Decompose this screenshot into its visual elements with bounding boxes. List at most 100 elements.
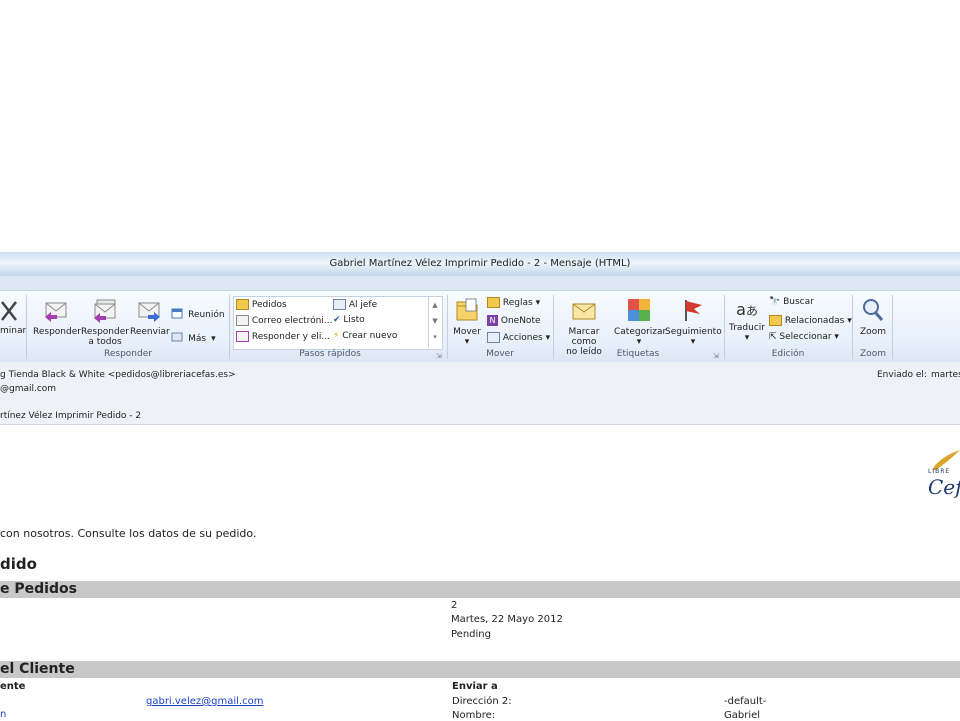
- select-button[interactable]: ⇱ Seleccionar ▾: [769, 332, 839, 342]
- name-value: Gabriel: [724, 710, 761, 721]
- order-heading: dido: [0, 555, 37, 573]
- scroll-up-icon[interactable]: ▲: [429, 297, 441, 313]
- onenote-label: OneNote: [500, 316, 541, 326]
- more-button[interactable]: Más ▾: [171, 326, 227, 344]
- scroll-down-icon[interactable]: ▼: [429, 313, 441, 329]
- quick-step-label: Pedidos: [251, 300, 287, 310]
- reply-all-button[interactable]: Responder a todos: [81, 297, 129, 347]
- forward-icon: [138, 302, 160, 322]
- quick-step-email[interactable]: Correo electróni...: [236, 315, 332, 326]
- quick-step-label: Correo electróni...: [251, 316, 333, 326]
- gallery-scroll[interactable]: ▲ ▼ ▾: [428, 297, 441, 347]
- separator: [724, 295, 725, 359]
- meeting-button[interactable]: Reunión: [171, 302, 227, 320]
- quick-step-pedidos[interactable]: Pedidos: [236, 299, 287, 310]
- move-folder-icon: [456, 298, 478, 321]
- delete-icon: [1, 301, 17, 321]
- mark-unread-label-1: Marcar como: [568, 327, 600, 347]
- actions-icon: [487, 332, 500, 343]
- order-status: Pending: [451, 629, 491, 640]
- group-label-responder: Responder: [104, 349, 152, 359]
- dialog-launcher-icon[interactable]: ⇲: [713, 352, 719, 360]
- chevron-down-icon: ▾: [545, 333, 551, 343]
- actions-label: Acciones: [502, 333, 543, 343]
- chevron-down-icon: ▾: [464, 337, 470, 347]
- rules-button[interactable]: Reglas ▾: [487, 297, 540, 308]
- dialog-launcher-icon[interactable]: ⇲: [436, 352, 442, 360]
- onenote-button[interactable]: N OneNote: [487, 315, 541, 326]
- zoom-button[interactable]: Zoom: [856, 297, 890, 347]
- categorize-icon: [628, 299, 650, 321]
- translate-icon: aあ: [736, 300, 758, 319]
- to-field[interactable]: @gmail.com: [0, 384, 56, 394]
- window-title: Gabriel Martínez Vélez Imprimir Pedido -…: [329, 258, 631, 269]
- group-label-zoom: Zoom: [860, 349, 886, 359]
- window-title-bar: Gabriel Martínez Vélez Imprimir Pedido -…: [0, 252, 960, 276]
- company-logo: LIBRE Cef: [928, 448, 960, 508]
- separator: [892, 295, 893, 359]
- reply-button[interactable]: Responder: [33, 297, 81, 347]
- separator: [852, 295, 853, 359]
- followup-button[interactable]: Seguimiento ▾: [665, 297, 722, 347]
- logo-text: Cef: [928, 475, 960, 499]
- categorize-label: Categorizar: [614, 327, 667, 337]
- from-field[interactable]: g Tienda Black & White <pedidos@libreria…: [0, 370, 236, 380]
- address2-value: -default-: [724, 696, 767, 707]
- translate-button[interactable]: aあ Traducir ▾: [728, 297, 766, 347]
- reply-all-icon: [94, 299, 116, 323]
- quick-step-label: Al jefe: [348, 300, 378, 310]
- sent-label: Enviado el:: [877, 370, 927, 380]
- cursor-icon: ⇱: [769, 332, 777, 342]
- meeting-label: Reunión: [188, 310, 225, 320]
- left-cut-text: n: [0, 709, 7, 720]
- quick-step-al-jefe[interactable]: Al jefe: [333, 299, 377, 310]
- zoom-label: Zoom: [860, 327, 886, 337]
- select-label: Seleccionar: [779, 332, 832, 342]
- related-icon: [769, 315, 782, 326]
- name-label: Nombre:: [452, 710, 496, 721]
- separator: [229, 295, 230, 359]
- sent-value: martes: [931, 370, 960, 380]
- chevron-down-icon: ▾: [834, 332, 839, 342]
- followup-label: Seguimiento: [665, 327, 722, 337]
- quick-step-listo[interactable]: ✔ Listo: [333, 315, 365, 325]
- forward-button[interactable]: Reenviar: [130, 297, 170, 347]
- group-label-move: Mover: [486, 349, 514, 359]
- more-icon: [171, 332, 183, 341]
- quick-step-create-new[interactable]: ⚡ Crear nuevo: [333, 331, 397, 341]
- intro-text: con nosotros. Consulte los datos de su p…: [0, 527, 257, 540]
- client-label: ente: [0, 681, 26, 692]
- translate-label: Traducir: [729, 323, 765, 333]
- email-link[interactable]: gabri.velez@gmail.com: [146, 696, 263, 707]
- envelope-icon: [572, 303, 596, 320]
- lightning-icon: ⚡: [333, 331, 340, 341]
- categorize-button[interactable]: Categorizar ▾: [614, 297, 667, 347]
- move-button[interactable]: Mover ▾: [451, 297, 483, 347]
- mark-unread-button[interactable]: Marcar como no leído: [556, 297, 612, 357]
- calendar-icon: [171, 308, 183, 318]
- related-label: Relacionadas: [784, 316, 845, 326]
- quick-step-label: Listo: [343, 315, 365, 325]
- gallery-expand-icon[interactable]: ▾: [429, 329, 441, 345]
- delete-button[interactable]: [0, 298, 22, 324]
- ribbon-tab-strip: [0, 276, 960, 291]
- find-button[interactable]: 🔭 Buscar: [769, 297, 814, 307]
- actions-button[interactable]: Acciones ▾: [487, 332, 550, 343]
- quick-step-reply-delete[interactable]: Responder y eli...: [236, 331, 330, 342]
- forward-mail-icon: [333, 299, 346, 310]
- reply-icon: [45, 302, 67, 322]
- reply-all-label-2: a todos: [88, 337, 122, 347]
- more-label: Más: [188, 334, 207, 344]
- subject-field: rtínez Vélez Imprimir Pedido - 2: [0, 411, 142, 421]
- related-button[interactable]: Relacionadas ▾: [769, 315, 852, 326]
- chevron-down-icon: ▾: [690, 337, 696, 347]
- reply-all-label-1: Responder: [81, 327, 129, 337]
- address2-label: Dirección 2:: [452, 696, 512, 707]
- folder-move-icon: [236, 299, 249, 310]
- checkmark-icon: ✔: [333, 315, 341, 325]
- quick-step-label: Crear nuevo: [342, 331, 398, 341]
- separator: [26, 295, 27, 359]
- rules-label: Reglas: [502, 298, 533, 308]
- onenote-icon: N: [487, 315, 498, 326]
- quick-step-label: Responder y eli...: [251, 332, 330, 342]
